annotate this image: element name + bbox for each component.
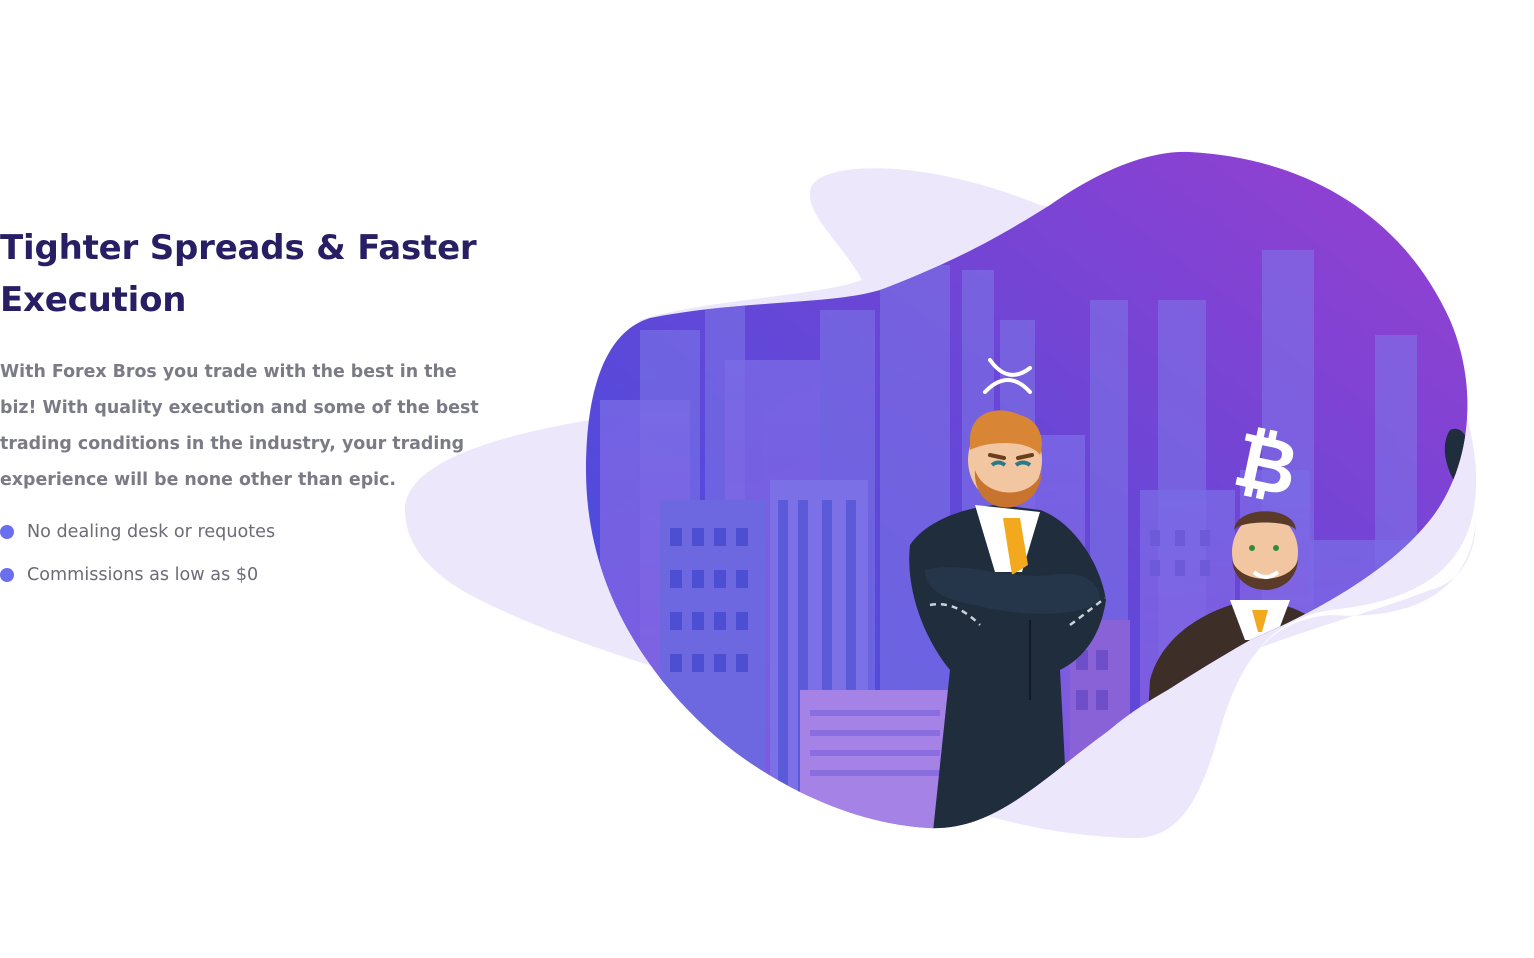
- ripple-icon: [983, 358, 1032, 394]
- bitcoin-icon: ₿: [1227, 414, 1306, 514]
- foreground-blob: [1060, 520, 1476, 839]
- feature-label: No dealing desk or requotes: [27, 521, 276, 542]
- city-scene: ₿: [586, 151, 1468, 829]
- bullet-dot-icon: [0, 524, 14, 539]
- feature-list: No dealing desk or requotes Commissions …: [0, 510, 500, 596]
- character-main-trader: [909, 410, 1106, 829]
- svg-text:₿: ₿: [1227, 414, 1306, 514]
- character-edge-partial: [1444, 428, 1468, 490]
- bullet-dot-icon: [0, 567, 14, 582]
- feature-item-no-dealing-desk: No dealing desk or requotes: [0, 510, 500, 553]
- feature-label: Commissions as low as $0: [27, 564, 259, 585]
- section-description: With Forex Bros you trade with the best …: [0, 362, 479, 490]
- background-blob: [405, 168, 1477, 839]
- feature-item-commissions: Commissions as low as $0: [0, 553, 500, 596]
- section-title: Tighter Spreads & Faster Execution: [0, 228, 477, 320]
- character-bearded-trader: [1140, 511, 1340, 829]
- content-section: Tighter Spreads & Faster Execution With …: [0, 222, 500, 596]
